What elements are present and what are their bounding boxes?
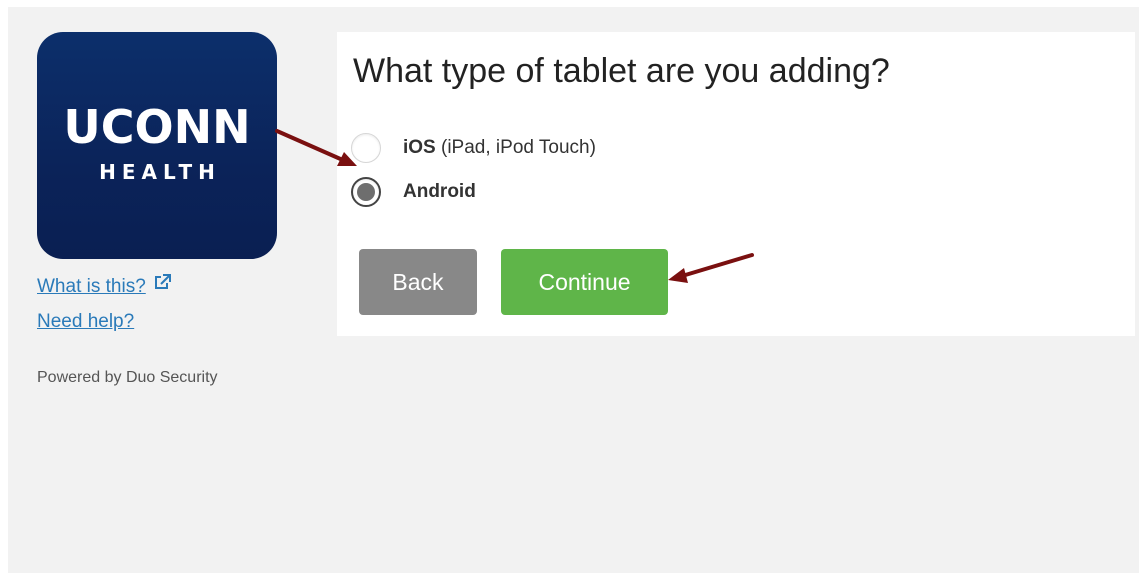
radio-selected-dot [357, 183, 375, 201]
what-is-this-link[interactable]: What is this? [37, 274, 171, 298]
option-ios-label: iOS (iPad, iPod Touch) [403, 137, 596, 159]
external-link-icon [154, 274, 171, 296]
logo-text-uconn: UCONN [63, 100, 251, 154]
option-android-label: Android [403, 181, 476, 203]
logo-text-health: HEALTH [99, 160, 221, 184]
what-is-this-label: What is this? [37, 276, 146, 297]
page: UCONN HEALTH What is this? Need help? Po… [0, 0, 1147, 578]
option-android-name: Android [403, 181, 476, 202]
radio-ios[interactable] [351, 133, 381, 163]
continue-button[interactable]: Continue [501, 249, 668, 315]
need-help-link[interactable]: Need help? [37, 311, 134, 333]
option-ios-detail: (iPad, iPod Touch) [435, 137, 596, 158]
option-ios-name: iOS [403, 137, 436, 158]
option-android[interactable]: Android [351, 177, 476, 207]
option-ios[interactable]: iOS (iPad, iPod Touch) [351, 133, 596, 163]
uconn-health-logo: UCONN HEALTH [37, 32, 277, 259]
device-type-card: What type of tablet are you adding? iOS … [337, 32, 1135, 336]
back-button[interactable]: Back [359, 249, 477, 315]
powered-by-text: Powered by Duo Security [37, 369, 218, 386]
page-title: What type of tablet are you adding? [353, 52, 890, 90]
radio-android[interactable] [351, 177, 381, 207]
